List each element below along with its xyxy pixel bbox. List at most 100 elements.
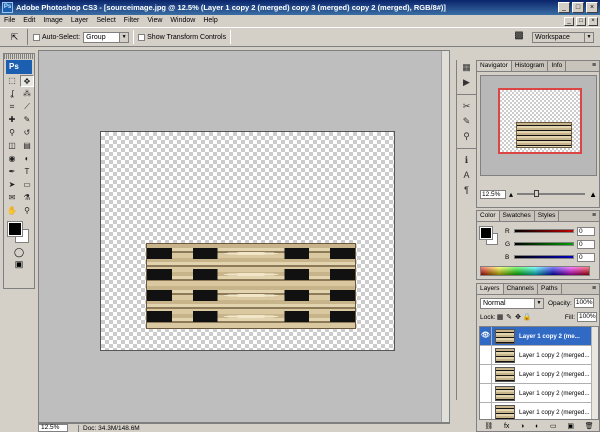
crop-tool[interactable]: ⌗ <box>5 101 19 113</box>
gradient-tool[interactable]: ▤ <box>20 140 34 152</box>
color-spectrum-ramp[interactable] <box>480 266 590 276</box>
blend-mode-dropdown[interactable]: Normal ▼ <box>480 297 544 309</box>
red-slider[interactable] <box>514 229 574 233</box>
slice-tool[interactable]: ⟋ <box>20 101 34 113</box>
path-selection-tool[interactable]: ➤ <box>5 179 19 191</box>
lock-all-icon[interactable]: 🔒 <box>523 313 532 321</box>
navigator-zoom-field[interactable]: 12.5% <box>480 189 506 199</box>
lock-pixels-icon[interactable]: ✎ <box>505 313 514 321</box>
layer-list-scrollbar[interactable] <box>591 327 598 419</box>
tab-color[interactable]: Color <box>477 211 500 221</box>
menu-file[interactable]: File <box>0 15 19 27</box>
auto-select-dropdown[interactable]: Group ▼ <box>83 31 130 43</box>
photoshop-app-icon[interactable]: Ps <box>2 2 13 13</box>
visibility-eye-icon[interactable] <box>480 384 492 402</box>
doc-restore-button[interactable]: □ <box>576 16 586 26</box>
healing-brush-tool[interactable]: ✚ <box>5 114 19 126</box>
trash-icon[interactable]: 🗑 <box>585 422 594 432</box>
document-canvas-area[interactable] <box>38 50 450 423</box>
zoom-out-icon[interactable]: ▴ <box>509 190 513 199</box>
menu-image[interactable]: Image <box>39 15 66 27</box>
foreground-color-swatch[interactable] <box>7 221 23 237</box>
type-tool[interactable]: T <box>20 166 34 178</box>
dodge-tool[interactable]: ◐ <box>20 153 34 165</box>
menu-window[interactable]: Window <box>166 15 199 27</box>
visibility-eye-icon[interactable]: 👁 <box>480 327 492 345</box>
clone-stamp-tool[interactable]: ⚲ <box>5 127 19 139</box>
tab-info[interactable]: Info <box>548 61 567 71</box>
bridge-icon[interactable]: ▩ <box>510 30 528 44</box>
visibility-eye-icon[interactable] <box>480 346 492 364</box>
layer-image-content[interactable] <box>146 243 356 329</box>
navigator-preview[interactable] <box>480 75 597 176</box>
layer-row[interactable]: 👁 Layer 1 copy 2 (me... <box>480 327 598 346</box>
navigator-zoom-slider[interactable] <box>517 190 586 197</box>
red-value-field[interactable]: 0 <box>577 226 595 236</box>
tab-paths[interactable]: Paths <box>538 284 562 294</box>
blue-value-field[interactable]: 0 <box>577 252 595 262</box>
vertical-scrollbar[interactable] <box>441 51 449 422</box>
paragraph-icon[interactable]: ¶ <box>457 183 476 198</box>
auto-select-checkbox[interactable] <box>33 33 40 41</box>
notes-tool[interactable]: ✉ <box>5 192 19 204</box>
fill-field[interactable]: 100% <box>577 312 597 322</box>
zoom-tool[interactable]: ⚲ <box>20 205 34 217</box>
screen-mode-button[interactable]: ▣ <box>4 259 34 271</box>
opacity-field[interactable]: 100% <box>573 298 594 308</box>
layer-mask-icon[interactable]: ◑ <box>520 422 524 432</box>
pen-tool[interactable]: ✒ <box>5 166 19 178</box>
quick-mask-button[interactable]: ◯ <box>4 247 34 259</box>
tab-swatches[interactable]: Swatches <box>500 211 535 221</box>
blue-slider[interactable] <box>514 255 574 259</box>
layer-row[interactable]: Layer 1 copy 2 (merged... <box>480 365 598 384</box>
magic-wand-tool[interactable]: ⁂ <box>20 88 34 100</box>
layer-row[interactable]: Layer 1 copy 2 (merged... <box>480 384 598 403</box>
menu-layer[interactable]: Layer <box>67 15 93 27</box>
visibility-eye-icon[interactable] <box>480 403 492 419</box>
character-icon[interactable]: A <box>457 168 476 183</box>
menu-help[interactable]: Help <box>199 15 221 27</box>
group-icon[interactable]: ▭ <box>550 422 557 432</box>
workspace-dropdown[interactable]: Workspace ▼ <box>532 31 594 43</box>
green-value-field[interactable]: 0 <box>577 239 595 249</box>
green-slider[interactable] <box>514 242 574 246</box>
document-size-info[interactable]: Doc: 34.3M/148.6M <box>78 424 188 432</box>
minimize-button[interactable]: _ <box>558 2 570 13</box>
history-icon[interactable]: ▦ <box>457 60 476 75</box>
menu-view[interactable]: View <box>143 15 166 27</box>
marquee-tool[interactable]: ⬚ <box>5 75 19 87</box>
history-brush-tool[interactable]: ↺ <box>20 127 34 139</box>
actions-icon[interactable]: ▶ <box>457 75 476 90</box>
visibility-eye-icon[interactable] <box>480 365 492 383</box>
hand-tool[interactable]: ✋ <box>5 205 19 217</box>
link-layers-icon[interactable]: ⛓ <box>484 422 493 432</box>
brushes-icon[interactable]: ✎ <box>457 114 476 129</box>
layer-style-icon[interactable]: fx <box>504 422 509 432</box>
doc-close-button[interactable]: × <box>588 16 598 26</box>
close-button[interactable]: × <box>586 2 598 13</box>
lock-transparency-icon[interactable]: ▦ <box>496 313 505 321</box>
zoom-level-field[interactable]: 12.5% <box>38 424 68 432</box>
toolbox-grip[interactable] <box>4 54 34 59</box>
menu-edit[interactable]: Edit <box>19 15 39 27</box>
color-panel-foreground[interactable] <box>479 226 493 240</box>
tool-presets-icon[interactable]: ✂ <box>457 99 476 114</box>
lock-position-icon[interactable]: ✥ <box>514 313 523 321</box>
shape-tool[interactable]: ▭ <box>20 179 34 191</box>
tab-histogram[interactable]: Histogram <box>512 61 549 71</box>
transparent-canvas[interactable] <box>100 131 395 351</box>
eyedropper-tool[interactable]: ⚗ <box>20 192 34 204</box>
zoom-in-icon[interactable]: ▲ <box>589 190 597 199</box>
lasso-tool[interactable]: ʆ <box>5 88 19 100</box>
slider-knob[interactable] <box>534 190 540 197</box>
blur-tool[interactable]: ◉ <box>5 153 19 165</box>
layer-row[interactable]: Layer 1 copy 2 (merged... <box>480 346 598 365</box>
photoshop-logo[interactable]: Ps <box>6 60 32 74</box>
panel-menu-icon[interactable]: ≡ <box>589 61 599 71</box>
info-icon[interactable]: ℹ <box>457 153 476 168</box>
tab-channels[interactable]: Channels <box>504 284 538 294</box>
panel-menu-icon[interactable]: ≡ <box>589 284 599 294</box>
move-tool[interactable]: ✥ <box>20 75 34 87</box>
navigator-view-box[interactable] <box>498 88 582 154</box>
menu-filter[interactable]: Filter <box>120 15 144 27</box>
